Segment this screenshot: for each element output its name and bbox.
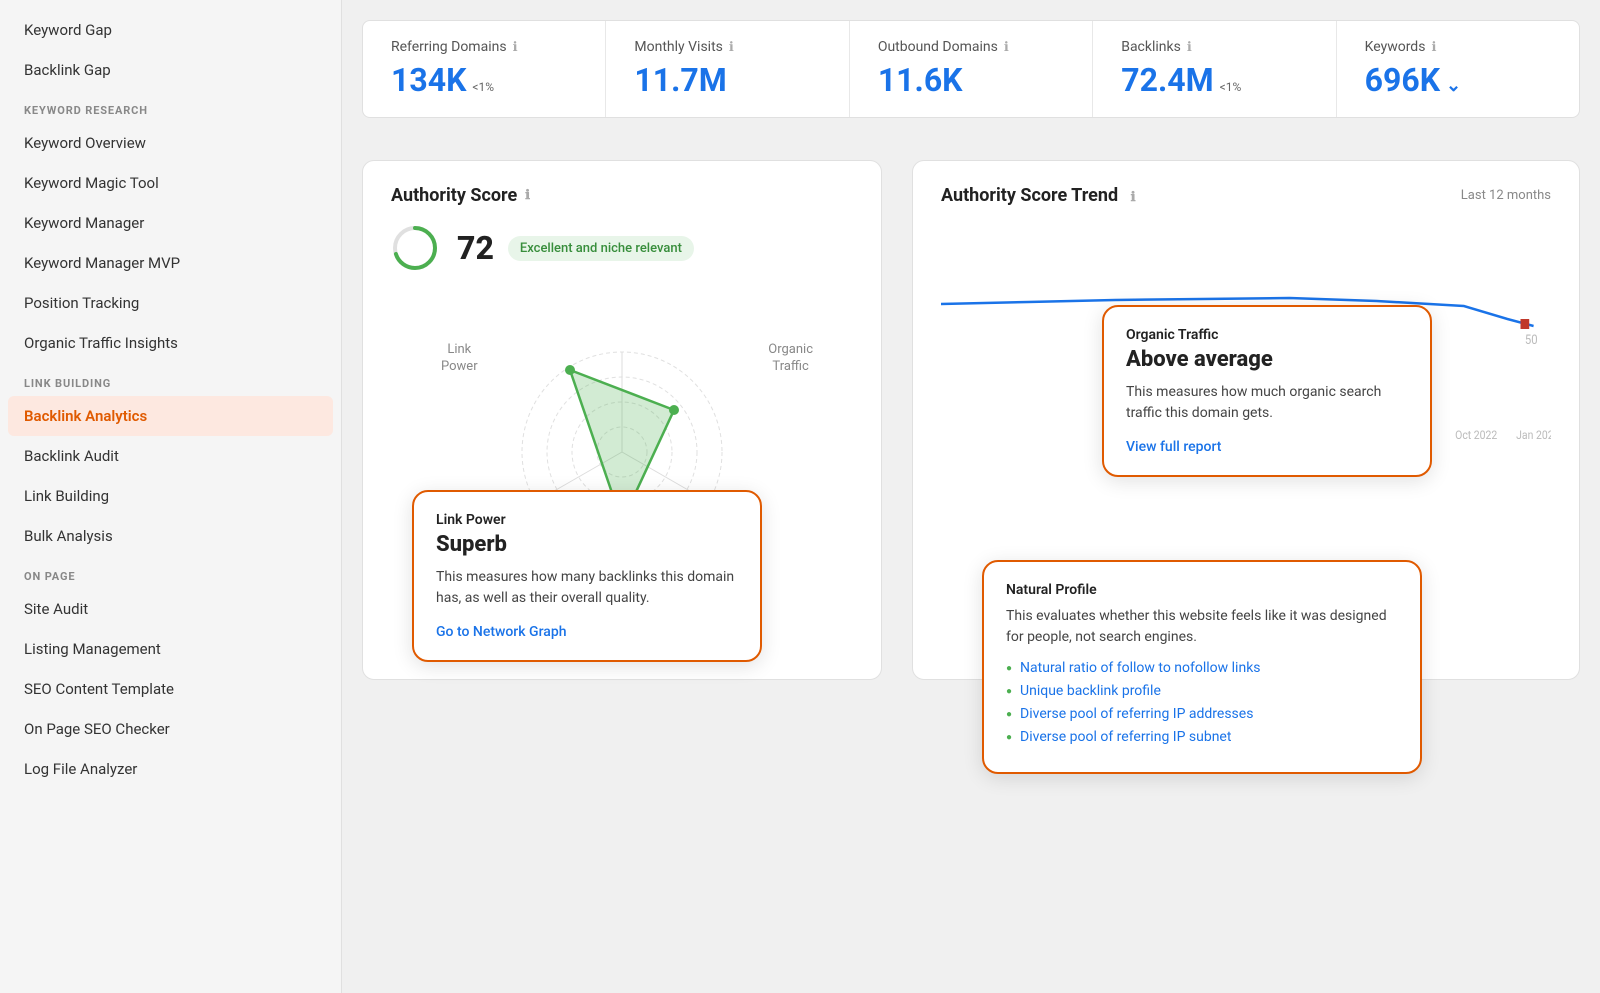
referring-domains-value: 134K [391, 61, 466, 99]
organic-traffic-rating: Above average [1126, 347, 1408, 372]
sidebar-item-organic-traffic-insights[interactable]: Organic Traffic Insights [0, 323, 341, 363]
sidebar-section-link-building: LINK BUILDING [0, 363, 341, 396]
organic-traffic-desc: This measures how much organic search tr… [1126, 382, 1408, 424]
tooltip-link-power: Link Power Superb This measures how many… [412, 490, 762, 662]
svg-text:Jan 2023: Jan 2023 [1516, 428, 1551, 442]
natural-list-item-1[interactable]: Natural ratio of follow to nofollow link… [1006, 660, 1398, 676]
radar-label-link-power: LinkPower [441, 342, 478, 376]
backlinks-badge: <1% [1220, 80, 1242, 94]
go-to-network-graph-link[interactable]: Go to Network Graph [436, 624, 566, 640]
natural-profile-list: Natural ratio of follow to nofollow link… [1006, 660, 1398, 745]
stat-referring-domains: Referring Domains ℹ 134K <1% [363, 21, 606, 117]
stat-outbound-domains: Outbound Domains ℹ 11.6K [850, 21, 1093, 117]
stat-backlinks: Backlinks ℹ 72.4M <1% [1093, 21, 1336, 117]
authority-score-row: 72 Excellent and niche relevant [391, 224, 853, 272]
view-full-report-link[interactable]: View full report [1126, 439, 1221, 455]
link-power-desc: This measures how many backlinks this do… [436, 567, 738, 609]
organic-traffic-title: Organic Traffic [1126, 327, 1408, 343]
sidebar-item-backlink-audit[interactable]: Backlink Audit [0, 436, 341, 476]
sidebar-item-keyword-gap[interactable]: Keyword Gap [0, 10, 341, 50]
monthly-visits-value: 11.7M [634, 61, 726, 99]
sidebar-item-keyword-manager[interactable]: Keyword Manager [0, 203, 341, 243]
sidebar-item-keyword-overview[interactable]: Keyword Overview [0, 123, 341, 163]
backlinks-value: 72.4M [1121, 61, 1213, 99]
natural-profile-title: Natural Profile [1006, 582, 1398, 598]
keywords-info-icon[interactable]: ℹ [1431, 40, 1436, 55]
referring-domains-badge: <1% [472, 80, 494, 94]
authority-score-circle [391, 224, 439, 272]
natural-list-item-3[interactable]: Diverse pool of referring IP addresses [1006, 706, 1398, 722]
main-content: Referring Domains ℹ 134K <1% Monthly Vis… [342, 0, 1600, 993]
referring-domains-info-icon[interactable]: ℹ [513, 40, 518, 55]
sidebar-item-site-audit[interactable]: Site Audit [0, 589, 341, 629]
sidebar: Keyword Gap Backlink Gap KEYWORD RESEARC… [0, 0, 342, 993]
authority-score-title: Authority Score ℹ [391, 185, 853, 206]
sidebar-item-position-tracking[interactable]: Position Tracking [0, 283, 341, 323]
sidebar-item-listing-management[interactable]: Listing Management [0, 629, 341, 669]
authority-score-number: 72 [457, 229, 494, 267]
trend-info-icon[interactable]: ℹ [1131, 190, 1136, 205]
sidebar-item-bulk-analysis[interactable]: Bulk Analysis [0, 516, 341, 556]
outbound-domains-value: 11.6K [878, 61, 963, 99]
trend-title: Authority Score Trend ℹ Last 12 months [941, 185, 1551, 206]
authority-score-badge: Excellent and niche relevant [508, 236, 694, 261]
link-power-title: Link Power [436, 512, 738, 528]
svg-text:Oct 2022: Oct 2022 [1455, 428, 1497, 442]
sidebar-item-on-page-seo-checker[interactable]: On Page SEO Checker [0, 709, 341, 749]
sidebar-item-log-file-analyzer[interactable]: Log File Analyzer [0, 749, 341, 789]
sidebar-item-link-building[interactable]: Link Building [0, 476, 341, 516]
monthly-visits-info-icon[interactable]: ℹ [729, 40, 734, 55]
sidebar-section-on-page: ON PAGE [0, 556, 341, 589]
natural-list-item-4[interactable]: Diverse pool of referring IP subnet [1006, 729, 1398, 745]
natural-profile-desc: This evaluates whether this website feel… [1006, 606, 1398, 648]
sidebar-item-keyword-manager-mvp[interactable]: Keyword Manager MVP [0, 243, 341, 283]
sidebar-item-backlink-gap[interactable]: Backlink Gap [0, 50, 341, 90]
natural-list-item-2[interactable]: Unique backlink profile [1006, 683, 1398, 699]
sidebar-item-seo-content-template[interactable]: SEO Content Template [0, 669, 341, 709]
authority-score-info-icon[interactable]: ℹ [525, 188, 530, 203]
backlinks-info-icon[interactable]: ℹ [1187, 40, 1192, 55]
svg-text:50: 50 [1525, 332, 1538, 347]
sidebar-item-keyword-magic-tool[interactable]: Keyword Magic Tool [0, 163, 341, 203]
stat-monthly-visits: Monthly Visits ℹ 11.7M [606, 21, 849, 117]
sidebar-section-keyword-research: KEYWORD RESEARCH [0, 90, 341, 123]
trend-period: Last 12 months [1461, 188, 1551, 203]
tooltip-organic-traffic: Organic Traffic Above average This measu… [1102, 305, 1432, 477]
tooltip-natural-profile: Natural Profile This evaluates whether t… [982, 560, 1422, 774]
link-power-rating: Superb [436, 532, 738, 557]
stat-keywords: Keywords ℹ 696K ⌄ [1337, 21, 1579, 117]
keywords-chevron[interactable]: ⌄ [1446, 75, 1461, 96]
radar-label-organic-traffic: OrganicTraffic [768, 342, 813, 376]
stats-row: Referring Domains ℹ 134K <1% Monthly Vis… [362, 20, 1580, 118]
sidebar-item-backlink-analytics[interactable]: Backlink Analytics [8, 396, 333, 436]
outbound-domains-info-icon[interactable]: ℹ [1004, 40, 1009, 55]
keywords-value: 696K [1365, 61, 1440, 99]
